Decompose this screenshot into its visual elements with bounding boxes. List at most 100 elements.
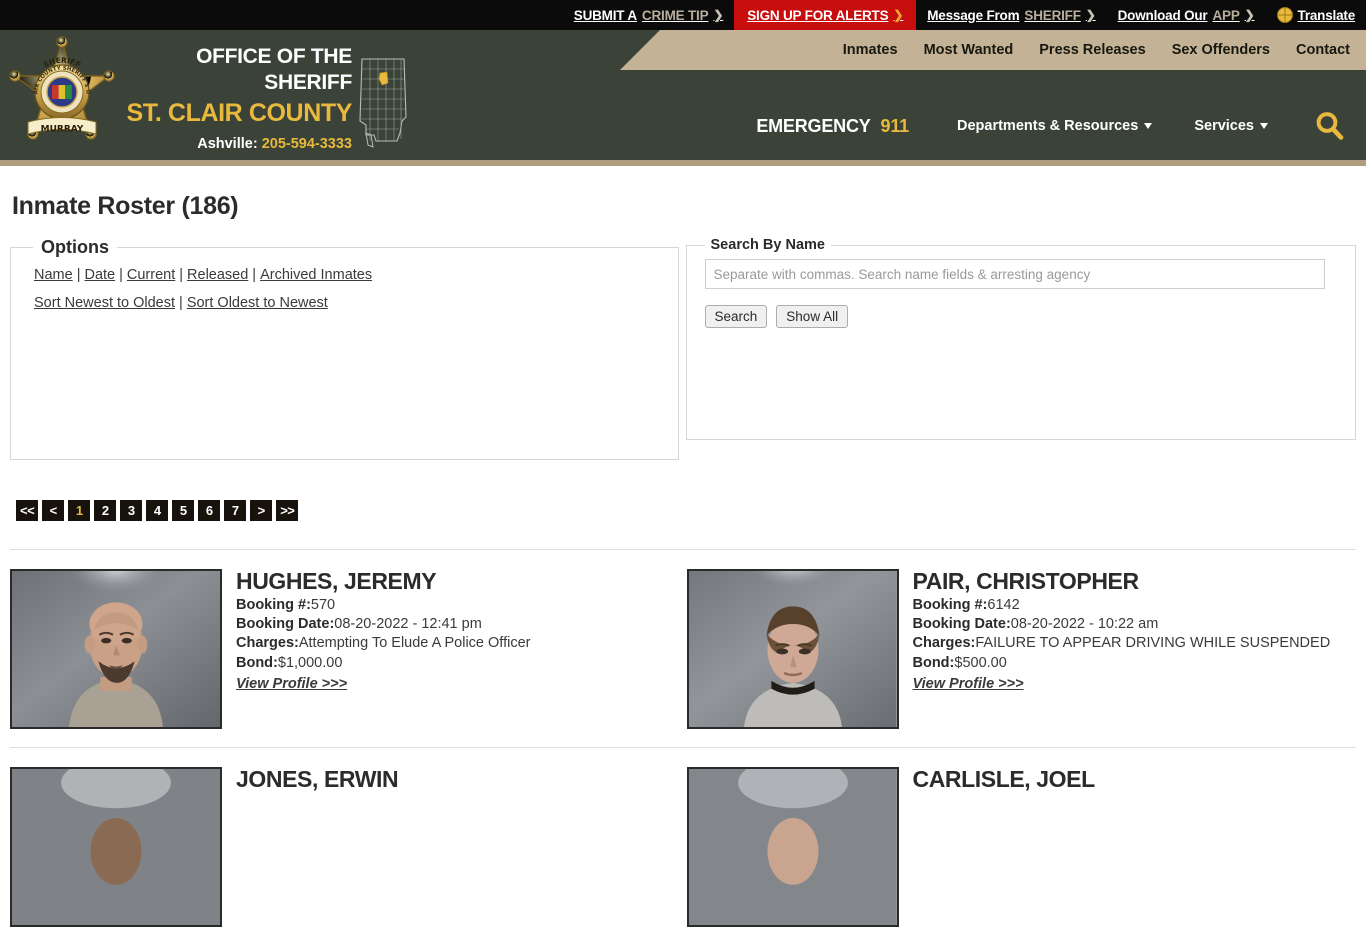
departments-resources-label: Departments & Resources: [957, 118, 1139, 134]
option-released[interactable]: Released: [187, 267, 248, 283]
download-app-label-a: Download Our: [1117, 7, 1208, 23]
booking-number-label: Booking #:: [912, 597, 988, 614]
main-content: Inmate Roster (186) Options Name | Date | Cu…: [0, 192, 1366, 945]
options-separator: |: [179, 294, 183, 311]
chevron-right-icon: ❯: [1244, 8, 1255, 22]
nav-item-most-wanted[interactable]: Most Wanted: [924, 42, 1014, 58]
pagination-page-4[interactable]: 4: [146, 500, 169, 521]
option-current[interactable]: Current: [127, 267, 175, 283]
sheriff-star-badge-icon[interactable]: SHERIFF ST CLAIR COUNTY SHERIFF'S OFFICE…: [8, 36, 116, 154]
message-from-sheriff-link[interactable]: Message From SHERIFF ❯: [916, 0, 1106, 30]
booking-number-value: 6142: [987, 597, 1020, 614]
nav-item-press-releases[interactable]: Press Releases: [1039, 42, 1145, 58]
inmate-roster-list: HUGHES, JEREMY Booking #:570 Booking Dat…: [10, 549, 1356, 945]
pagination: << < 1 2 3 4 5 6 7 > >>: [16, 500, 1356, 521]
translate-link[interactable]: Translate: [1266, 0, 1366, 30]
secondary-nav: Inmates Most Wanted Press Releases Sex O…: [620, 30, 1366, 70]
options-separator: |: [179, 267, 184, 283]
search-panel: Search By Name Search Show All: [685, 237, 1356, 440]
options-panel: Options Name | Date | Current | Released | Archi…: [10, 237, 679, 460]
alabama-county-map-icon: Alabama: [356, 55, 414, 160]
search-input[interactable]: [704, 259, 1325, 289]
option-name[interactable]: Name: [34, 267, 73, 283]
inmate-name: CARLISLE, JOEL: [912, 766, 1096, 792]
download-app-link[interactable]: Download Our APP ❯: [1107, 0, 1266, 30]
charges-label: Charges:: [912, 635, 976, 652]
inmate-card: PAIR, CHRISTOPHER Booking #:6142 Booking…: [686, 568, 1357, 729]
pagination-page-7[interactable]: 7: [224, 500, 247, 521]
inmate-card: HUGHES, JEREMY Booking #:570 Booking Dat…: [10, 569, 680, 729]
option-archived-inmates[interactable]: Archived Inmates: [260, 267, 372, 283]
search-button-row: Search Show All: [704, 305, 1355, 328]
phone-ashville-number[interactable]: 205-594-3333: [262, 136, 352, 152]
options-separator: |: [76, 267, 81, 283]
pagination-page-3[interactable]: 3: [120, 500, 143, 521]
options-row-sort: Sort Newest to Oldest | Sort Oldest to New…: [34, 290, 678, 318]
pagination-last[interactable]: >>: [276, 500, 299, 521]
inmate-bond: Bond:$500.00: [913, 654, 1331, 673]
mugshot-photo[interactable]: [686, 767, 899, 927]
header-utility-row: EMERGENCY 911 Departments & Resources Ser…: [756, 92, 1366, 160]
bond-value: $1,000.00: [277, 654, 343, 671]
sign-up-for-alerts-link[interactable]: SIGN UP FOR ALERTS ❯: [734, 0, 917, 30]
booking-date-value: 08-20-2022 - 12:41 pm: [334, 616, 482, 633]
nav-item-sex-offenders[interactable]: Sex Offenders: [1172, 42, 1270, 58]
pagination-first[interactable]: <<: [16, 500, 39, 521]
site-header: Inmates Most Wanted Press Releases Sex O…: [0, 30, 1366, 160]
nav-item-contact[interactable]: Contact: [1296, 42, 1350, 58]
search-magnifier-icon[interactable]: [1312, 109, 1346, 143]
mugshot-photo[interactable]: [686, 569, 899, 729]
submit-crime-tip-label-b: CRIME TIP: [641, 7, 709, 23]
filters-region: Options Name | Date | Current | Released | Archi…: [10, 237, 1356, 460]
county-title: ST. CLAIR COUNTY: [126, 98, 352, 127]
inmate-details: HUGHES, JEREMY Booking #:570 Booking Dat…: [236, 569, 530, 729]
mugshot-photo[interactable]: [10, 569, 222, 729]
inmate-booking-date: Booking Date:08-20-2022 - 10:22 am: [913, 615, 1331, 634]
booking-number-label: Booking #:: [236, 597, 311, 614]
pagination-prev[interactable]: <: [42, 500, 65, 521]
view-profile-link[interactable]: View Profile >>>: [236, 676, 347, 692]
inmate-booking-date: Booking Date:08-20-2022 - 12:41 pm: [236, 615, 530, 634]
emergency-label: EMERGENCY: [756, 115, 871, 136]
option-sort-oldest-to-newest[interactable]: Sort Oldest to Newest: [187, 295, 328, 311]
pagination-page-6[interactable]: 6: [198, 500, 221, 521]
sign-up-for-alerts-label: SIGN UP FOR ALERTS: [747, 7, 889, 23]
search-button[interactable]: Search: [704, 305, 768, 328]
nav-item-inmates[interactable]: Inmates: [843, 42, 898, 58]
charges-value: Attempting To Elude A Police Officer: [298, 635, 531, 652]
mugshot-photo[interactable]: [10, 767, 222, 927]
message-from-sheriff-label-a: Message From: [927, 7, 1020, 23]
booking-date-label: Booking Date:: [236, 616, 335, 633]
show-all-button[interactable]: Show All: [776, 305, 849, 328]
pagination-next[interactable]: >: [250, 500, 273, 521]
options-separator: |: [119, 267, 123, 283]
roster-row: HUGHES, JEREMY Booking #:570 Booking Dat…: [10, 549, 1356, 747]
inmate-booking-number: Booking #:570: [236, 596, 530, 615]
departments-resources-dropdown[interactable]: Departments & Resources: [957, 118, 1153, 134]
pagination-page-2[interactable]: 2: [94, 500, 117, 521]
services-dropdown[interactable]: Services: [1194, 118, 1268, 134]
option-date[interactable]: Date: [84, 267, 115, 283]
inmate-details: JONES, ERWIN: [236, 767, 399, 927]
inmate-charges: Charges:FAILURE TO APPEAR DRIVING WHILE …: [913, 634, 1331, 653]
submit-crime-tip-link[interactable]: SUBMIT A CRIME TIP ❯: [563, 0, 734, 30]
inmate-booking-number: Booking #:6142: [913, 596, 1331, 615]
inmate-details: CARLISLE, JOEL: [912, 766, 1096, 927]
pagination-page-5[interactable]: 5: [172, 500, 195, 521]
chevron-right-icon: ❯: [1085, 8, 1096, 22]
pagination-page-1[interactable]: 1: [68, 500, 91, 521]
globe-icon: [1276, 7, 1293, 23]
bond-label: Bond:: [236, 654, 278, 671]
chevron-down-icon: [1260, 123, 1268, 129]
bond-value: $500.00: [954, 654, 1007, 671]
chevron-right-icon: ❯: [713, 8, 724, 22]
booking-date-value: 08-20-2022 - 10:22 am: [1010, 616, 1159, 633]
top-utility-bar: SUBMIT A CRIME TIP ❯ SIGN UP FOR ALERTS …: [0, 0, 1366, 30]
options-legend: Options: [41, 237, 109, 257]
option-sort-newest-to-oldest[interactable]: Sort Newest to Oldest: [34, 295, 175, 311]
search-legend: Search By Name: [710, 237, 825, 253]
view-profile-link[interactable]: View Profile >>>: [913, 676, 1024, 692]
phone-ashville-label: Ashville:: [197, 135, 258, 152]
emergency-number: 911: [880, 115, 910, 136]
inmate-name: PAIR, CHRISTOPHER: [912, 568, 1140, 594]
